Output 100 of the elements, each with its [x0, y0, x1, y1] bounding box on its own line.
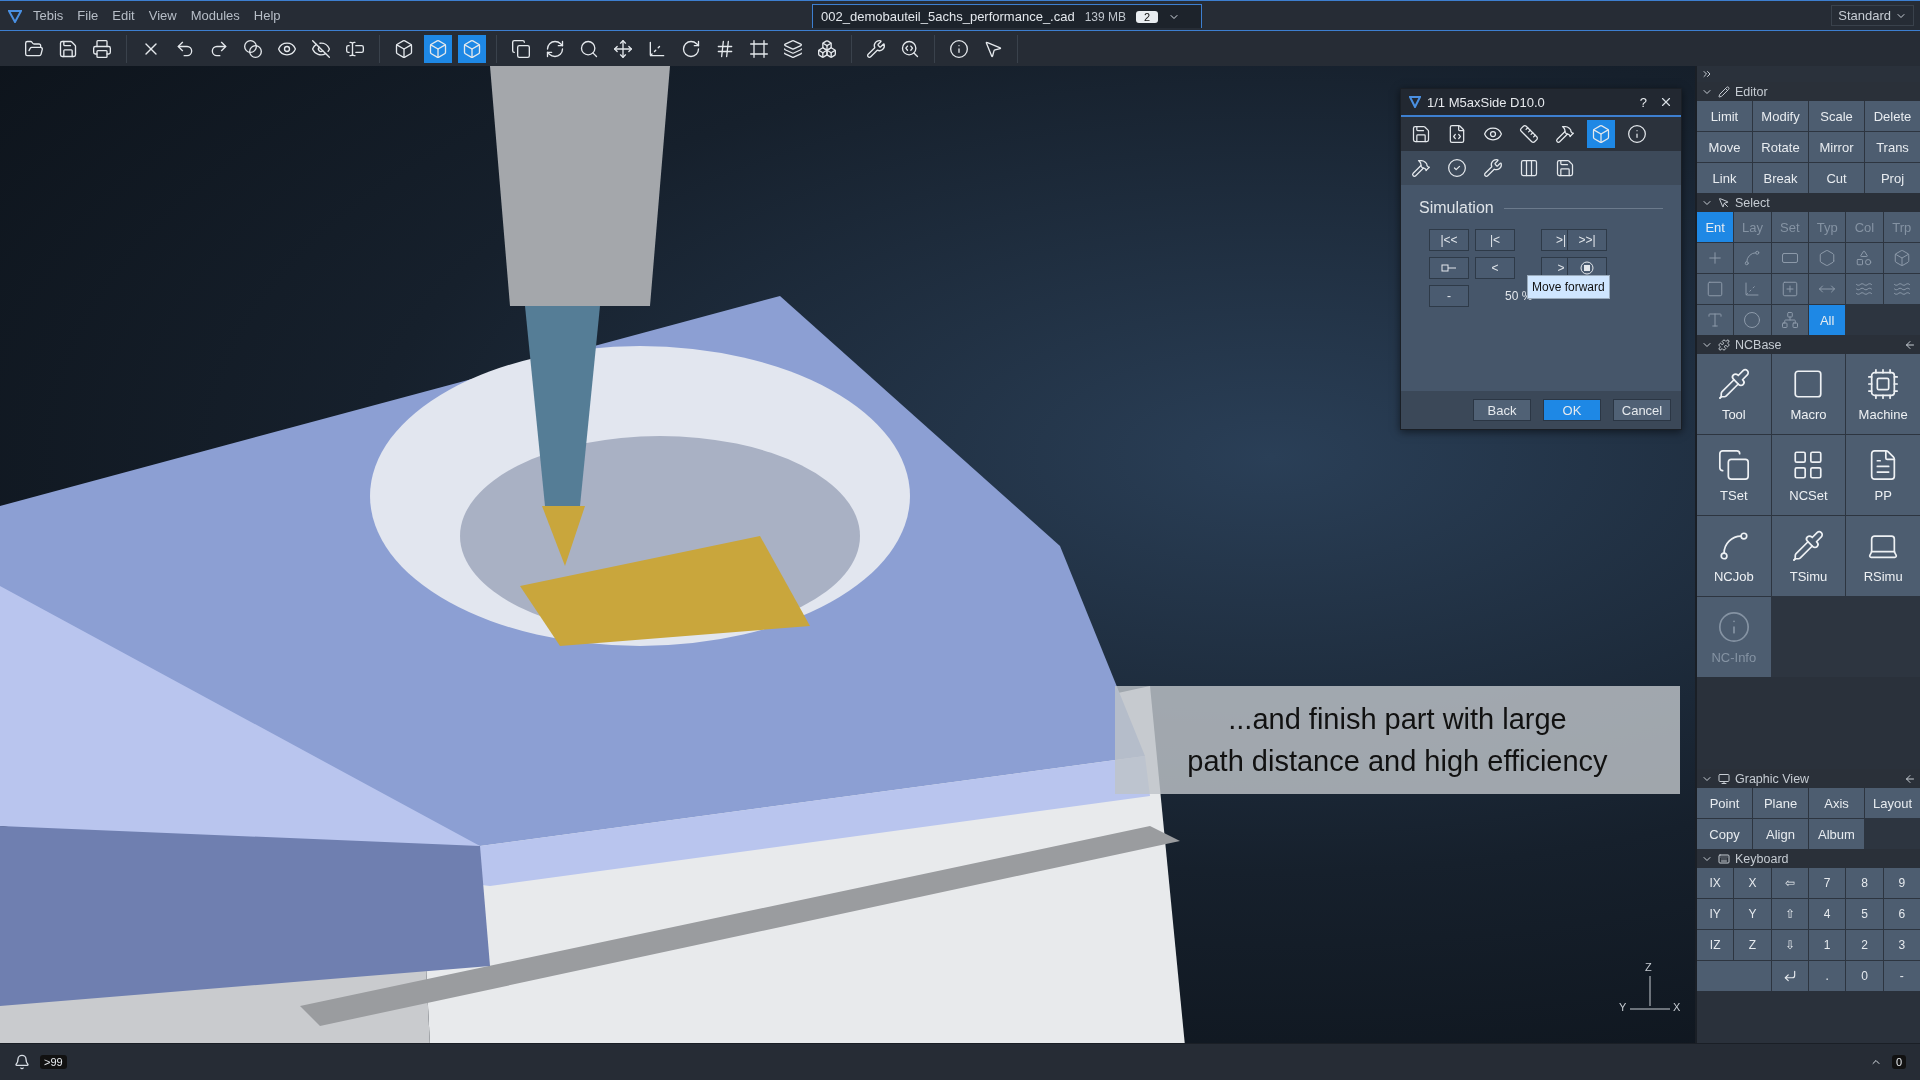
select-tab[interactable]: Ent	[1697, 212, 1734, 242]
module-button[interactable]: Tool	[1697, 354, 1771, 434]
keyboard-key[interactable]: 5	[1846, 899, 1883, 929]
module-button[interactable]: RSimu	[1846, 516, 1920, 596]
editor-button[interactable]: Delete	[1865, 101, 1920, 131]
module-button[interactable]: Machine	[1846, 354, 1920, 434]
close-icon[interactable]	[1659, 95, 1673, 109]
keyboard-key[interactable]: IY	[1697, 899, 1734, 929]
filter-button[interactable]	[1697, 274, 1734, 304]
counter-badge: 0	[1891, 1055, 1906, 1069]
help-button[interactable]: ?	[1633, 94, 1653, 110]
all-button[interactable]: All	[1809, 305, 1846, 335]
filter-button[interactable]	[1771, 243, 1808, 273]
keyboard-key[interactable]: 2	[1846, 930, 1883, 960]
keyboard-key[interactable]: IZ	[1697, 930, 1734, 960]
module-button[interactable]: Macro	[1771, 354, 1846, 434]
arrow-left-icon[interactable]	[1904, 338, 1916, 351]
keyboard-key[interactable]: 7	[1809, 868, 1846, 898]
keyboard-key[interactable]: ⇧	[1771, 899, 1808, 929]
info-icon	[949, 38, 969, 59]
keyboard-key[interactable]: ⇩	[1771, 930, 1808, 960]
view-button[interactable]: Axis	[1809, 788, 1864, 818]
keyboard-key[interactable]: 0	[1846, 961, 1883, 991]
shapes-icon	[1855, 249, 1874, 267]
document-title: 002_demobauteil_5achs_performance_.cad	[821, 9, 1075, 24]
keyboard-key[interactable]: 3	[1883, 930, 1920, 960]
view-button[interactable]: Plane	[1753, 788, 1808, 818]
stop-icon	[1580, 261, 1594, 275]
sim-button[interactable]: >>|	[1567, 229, 1607, 251]
arrow-left-icon[interactable]	[1904, 772, 1916, 785]
cube-icon	[462, 38, 482, 59]
workspace-dropdown[interactable]: Standard	[1831, 5, 1914, 26]
view-button[interactable]: Album	[1809, 819, 1864, 849]
menu-item[interactable]: File	[70, 8, 106, 23]
filter-button[interactable]	[1883, 243, 1920, 273]
view-button[interactable]: Copy	[1697, 819, 1752, 849]
editor-button[interactable]: Move	[1697, 132, 1752, 162]
document-tab[interactable]: 002_demobauteil_5achs_performance_.cad 139 MB 2	[812, 4, 1202, 28]
module-button[interactable]: TSet	[1697, 435, 1771, 515]
filter-button[interactable]	[1809, 243, 1846, 273]
keyboard-key[interactable]: 8	[1846, 868, 1883, 898]
axis-label: X	[1673, 1001, 1681, 1013]
printer-icon	[92, 38, 112, 59]
view-button[interactable]: Align	[1753, 819, 1808, 849]
bell-icon[interactable]	[14, 1054, 30, 1070]
sim-button[interactable]	[1429, 257, 1469, 279]
sim-button[interactable]: |<	[1475, 229, 1515, 251]
filter-button[interactable]	[1697, 305, 1734, 335]
editor-button[interactable]: Rotate	[1753, 132, 1808, 162]
sim-button[interactable]: <	[1475, 257, 1515, 279]
speed-button[interactable]: -	[1429, 285, 1469, 307]
sim-button[interactable]: |<<	[1429, 229, 1469, 251]
keyboard-key[interactable]: 6	[1883, 899, 1920, 929]
editor-button[interactable]: Trans	[1865, 132, 1920, 162]
editor-button[interactable]: Mirror	[1809, 132, 1864, 162]
filter-button[interactable]	[1883, 274, 1920, 304]
filter-button[interactable]	[1771, 274, 1808, 304]
module-button[interactable]: NCSet	[1771, 435, 1846, 515]
dialog-button[interactable]: Back	[1473, 399, 1531, 421]
view-button[interactable]: Point	[1697, 788, 1752, 818]
menu-item[interactable]: Modules	[183, 8, 247, 23]
keyboard-key[interactable]	[1771, 961, 1808, 991]
editor-button[interactable]: Modify	[1753, 101, 1808, 131]
module-button[interactable]: NCJob	[1697, 516, 1771, 596]
editor-button[interactable]: Scale	[1809, 101, 1864, 131]
menu-item[interactable]: Tebis	[26, 8, 71, 23]
filter-button[interactable]	[1809, 274, 1846, 304]
keyboard-key[interactable]: 9	[1883, 868, 1920, 898]
filter-button[interactable]	[1697, 243, 1734, 273]
keyboard-key[interactable]: 4	[1809, 899, 1846, 929]
dialog-button[interactable]: Cancel	[1613, 399, 1671, 421]
expand-icon[interactable]	[1701, 68, 1713, 80]
keyboard-key[interactable]: X	[1734, 868, 1771, 898]
keyboard-key[interactable]: -	[1883, 961, 1920, 991]
axis-label: Y	[1619, 1001, 1627, 1013]
keyboard-key[interactable]: IX	[1697, 868, 1734, 898]
view-button[interactable]: Layout	[1865, 788, 1920, 818]
text-icon	[1706, 311, 1725, 329]
menu-item[interactable]: View	[141, 8, 184, 23]
keyboard-key[interactable]: ⇦	[1771, 868, 1808, 898]
keyboard-key[interactable]: 1	[1809, 930, 1846, 960]
editor-button[interactable]: Link	[1697, 163, 1752, 193]
menu-item[interactable]: Edit	[105, 8, 142, 23]
keyboard-key[interactable]: Z	[1734, 930, 1771, 960]
module-button[interactable]: TSimu	[1771, 516, 1846, 596]
curve-icon	[1743, 249, 1762, 267]
menu-item[interactable]: Help	[246, 8, 288, 23]
module-button[interactable]: PP	[1846, 435, 1920, 515]
filter-button[interactable]	[1771, 305, 1808, 335]
move-icon	[613, 38, 633, 59]
keyboard-key[interactable]: Y	[1734, 899, 1771, 929]
toolbar-button[interactable]	[458, 34, 486, 63]
editor-button[interactable]: Limit	[1697, 101, 1752, 131]
editor-button[interactable]: Cut	[1809, 163, 1864, 193]
editor-button[interactable]: Proj	[1865, 163, 1920, 193]
keyboard-key[interactable]: .	[1809, 961, 1846, 991]
ok-button[interactable]: OK	[1543, 399, 1601, 421]
section-title: Graphic View	[1735, 771, 1811, 786]
toolbar-button[interactable]	[424, 34, 452, 63]
editor-button[interactable]: Break	[1753, 163, 1808, 193]
